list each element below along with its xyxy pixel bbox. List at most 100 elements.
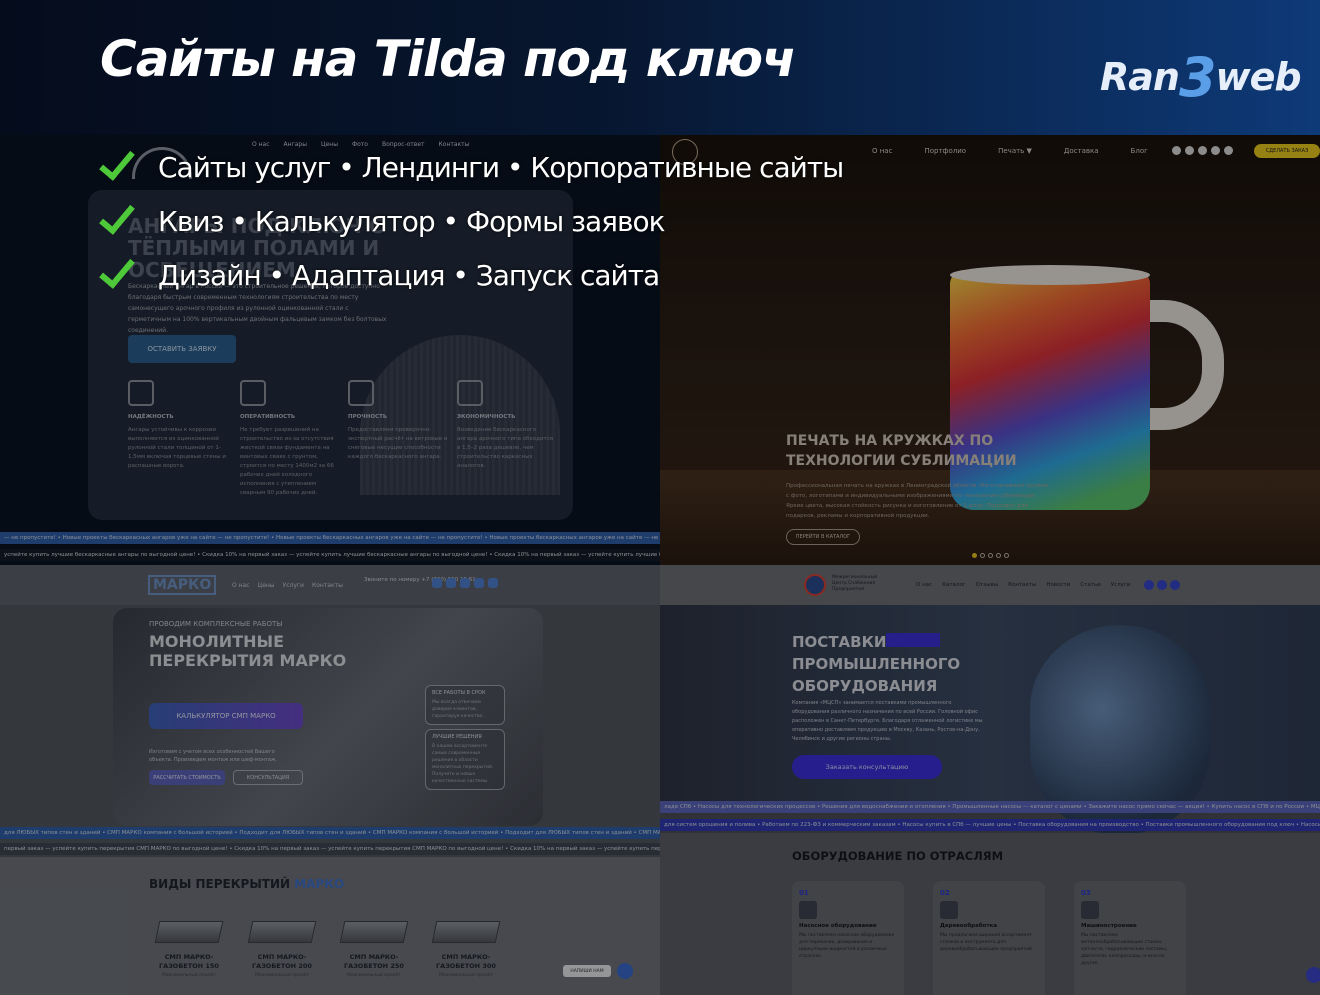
star-icon — [240, 380, 266, 406]
whatsapp-icon[interactable] — [1157, 580, 1167, 590]
marko-logo: МАРКО — [148, 575, 217, 595]
slider-dot[interactable] — [972, 553, 977, 558]
nav-item[interactable]: Контакты — [312, 582, 343, 589]
industry-title: Деревообработка — [940, 923, 998, 929]
nav-item[interactable]: Услуги — [1111, 582, 1131, 588]
info-box-desc: Мы всегда отвечаем доверие клиентов, гар… — [432, 700, 484, 719]
nav-item[interactable]: Новости — [1046, 582, 1070, 588]
info-box-title: ВСЕ РАБОТЫ В СРОК — [432, 690, 486, 696]
phone-icon[interactable] — [1144, 580, 1154, 590]
nav-item[interactable]: Доставка — [1064, 147, 1099, 155]
headline: Сайты на Tilda под ключ — [100, 30, 796, 88]
industry-card[interactable]: 03 Машиностроение Мы поставляем металлоо… — [1074, 881, 1186, 995]
telegram-icon[interactable] — [432, 578, 442, 588]
hero-note: Изготовим с учетом всех особенностей Ваш… — [149, 749, 278, 763]
product-card[interactable]: СМП МАРКО-ГАЗОБЕТОН 250 Максимальный про… — [334, 921, 414, 978]
section-title-text: ВИДЫ ПЕРЕКРЫТИЙ — [149, 877, 291, 891]
info-box-title: ЛУЧШИЕ РЕШЕНИЯ — [432, 734, 482, 740]
section-title: ОБОРУДОВАНИЕ ПО ОТРАСЛЯМ — [792, 849, 1004, 863]
slider-dot[interactable] — [1004, 553, 1009, 558]
brand-logo-left: Ran — [1100, 55, 1180, 99]
ticker-line: для систем орошения и полива • Работаем … — [660, 819, 1320, 831]
chat-icon[interactable] — [1306, 967, 1320, 983]
preview-marko-site: МАРКО О нас Цены Услуги Контакты Звоните… — [0, 565, 660, 995]
industry-card[interactable]: 01 Насосное оборудование Мы поставляем н… — [792, 881, 904, 995]
header-band: Сайты на Tilda под ключ Ran3web — [0, 0, 1320, 135]
vk-icon[interactable] — [460, 578, 470, 588]
equipment-nav: О нас Каталог Отзывы Контакты Новости Ст… — [916, 582, 1130, 588]
feature-title: ОПЕРАТИВНОСТЬ — [240, 414, 296, 420]
product-sub: Максимальный пролёт — [254, 973, 310, 978]
calculate-price-button[interactable]: РАССЧИТАТЬ СТОИМОСТЬ — [149, 770, 225, 785]
mug-rim — [950, 265, 1150, 285]
checkmark-icon — [100, 257, 136, 293]
hero-title: МОНОЛИТНЫЕ ПЕРЕКРЫТИЯ МАРКО — [149, 632, 347, 670]
industry-desc: Мы поставляем насосное оборудование для … — [799, 933, 895, 959]
leave-request-button[interactable]: ОСТАВИТЬ ЗАЯВКУ — [128, 335, 236, 363]
product-card[interactable]: СМП МАРКО-ГАЗОБЕТОН 200 Максимальный про… — [242, 921, 322, 978]
nav-item[interactable]: О нас — [872, 147, 892, 155]
brand-logo: Ran3web — [1100, 40, 1302, 109]
slider-dots — [972, 553, 1009, 558]
ticker-line: — не пропустите! • Новые проекты бескарк… — [0, 532, 660, 544]
social-icons — [432, 578, 498, 588]
order-button[interactable]: СДЕЛАТЬ ЗАКАЗ — [1254, 144, 1320, 158]
nav-item[interactable]: Печать ▼ — [998, 147, 1032, 155]
catalog-button[interactable]: ПЕРЕЙТИ В КАТАЛОГ — [786, 529, 860, 545]
slider-dot[interactable] — [996, 553, 1001, 558]
ticker-line: для ЛЮБЫХ типов стен и зданий • СМП МАРК… — [0, 827, 660, 839]
product-name: СМП МАРКО-ГАЗОБЕТОН 150 — [159, 953, 219, 970]
whatsapp-icon[interactable] — [1185, 146, 1194, 155]
nav-item[interactable]: Услуги — [283, 582, 304, 589]
calculator-button[interactable]: КАЛЬКУЛЯТОР СМП МАРКО — [149, 703, 303, 729]
feature-bullets: Сайты услуг • Лендинги • Корпоративные с… — [100, 140, 844, 302]
preview-equipment-site: Межрегиональный Центр Снабжения Предприя… — [660, 565, 1320, 995]
nav-item[interactable]: Каталог — [942, 582, 966, 588]
hero-title: ПОСТАВКИ ПРОМЫШЛЕННОГО ОБОРУДОВАНИЯ — [792, 633, 961, 695]
consultation-button[interactable]: Заказать консультацию — [792, 755, 942, 779]
globe-logo-icon — [804, 574, 826, 596]
info-box-desc: В нашем ассортименте самые современные р… — [432, 744, 494, 784]
hero-title: ПЕЧАТЬ НА КРУЖКАХ ПО ТЕХНОЛОГИИ СУБЛИМАЦ… — [786, 433, 1017, 469]
product-sub: Максимальный пролёт — [346, 973, 402, 978]
nav-item[interactable]: Отзывы — [976, 582, 998, 588]
pump-icon — [799, 901, 817, 919]
phone-icon[interactable] — [1172, 146, 1181, 155]
consultation-button[interactable]: КОНСУЛЬТАЦИЯ — [233, 770, 303, 785]
product-card[interactable]: СМП МАРКО-ГАЗОБЕТОН 300 Максимальный про… — [426, 921, 506, 978]
checkmark-icon — [100, 149, 136, 185]
info-box: ВСЕ РАБОТЫ В СРОК Мы всегда отвечаем дов… — [425, 685, 505, 725]
chat-icon[interactable] — [617, 963, 633, 979]
nav-item[interactable]: Цены — [258, 582, 275, 589]
nav-item[interactable]: Блог — [1131, 147, 1148, 155]
telegram-icon[interactable] — [1170, 580, 1180, 590]
company-name: Межрегиональный Центр Снабжения Предприя… — [832, 575, 878, 592]
product-card[interactable]: СМП МАРКО-ГАЗОБЕТОН 150 Максимальный про… — [149, 921, 229, 978]
nav-item[interactable]: О нас — [232, 582, 250, 589]
max-icon[interactable] — [1224, 146, 1233, 155]
bullet-text: Квиз • Калькулятор • Формы заявок — [158, 204, 666, 238]
social-icons — [1172, 146, 1233, 155]
brand-logo-right: web — [1215, 55, 1302, 99]
max-icon[interactable] — [488, 578, 498, 588]
wallet-icon — [457, 380, 483, 406]
nav-item[interactable]: Статьи — [1080, 582, 1100, 588]
nav-item[interactable]: Контакты — [1008, 582, 1036, 588]
whatsapp-icon[interactable] — [446, 578, 456, 588]
nav-item[interactable]: О нас — [916, 582, 932, 588]
hammer-icon — [348, 380, 374, 406]
slider-dot[interactable] — [980, 553, 985, 558]
telegram-icon[interactable] — [1198, 146, 1207, 155]
bullet-text: Дизайн • Адаптация • Запуск сайта — [158, 258, 660, 292]
industry-title: Машиностроение — [1081, 923, 1137, 929]
ticker-line: ладе СПб • Насосы для технологических пр… — [660, 801, 1320, 813]
nav-item[interactable]: Портфолио — [924, 147, 966, 155]
industry-number: 02 — [940, 889, 950, 897]
brand-logo-three: 3 — [1178, 46, 1217, 109]
vk-icon[interactable] — [1211, 146, 1220, 155]
section-title-accent: МАРКО — [294, 877, 345, 891]
write-us-button[interactable]: НАПИШИ НАМ — [563, 965, 611, 977]
industry-card[interactable]: 02 Деревообработка Мы предлагаем широкий… — [933, 881, 1045, 995]
mail-icon[interactable] — [474, 578, 484, 588]
slider-dot[interactable] — [988, 553, 993, 558]
